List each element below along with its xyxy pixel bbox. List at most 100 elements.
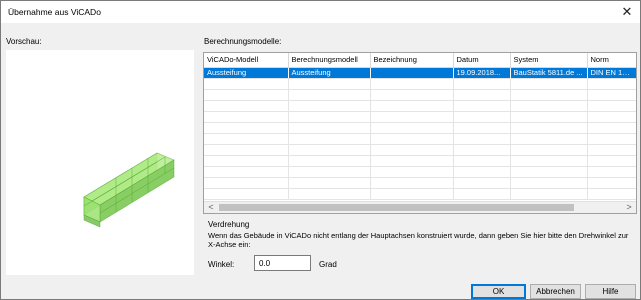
- cell-calc-model: Aussteifung: [288, 67, 371, 79]
- table-cell-empty: [370, 166, 454, 178]
- table-cell-empty: [510, 144, 588, 156]
- table-cell-empty: [204, 89, 289, 101]
- table-cell-empty: [510, 89, 588, 101]
- table-row-empty: [204, 111, 636, 123]
- scrollbar-thumb[interactable]: [219, 204, 574, 211]
- column-header-system[interactable]: System: [510, 53, 588, 68]
- table-cell-empty: [587, 78, 636, 90]
- table-cell-empty: [453, 89, 511, 101]
- table-cell-empty: [370, 111, 454, 123]
- table-cell-empty: [204, 144, 289, 156]
- table-row-empty: [204, 78, 636, 90]
- table-cell-empty: [587, 89, 636, 101]
- table-cell-empty: [288, 155, 371, 167]
- table-cell-empty: [510, 133, 588, 145]
- table-cell-empty: [453, 133, 511, 145]
- table-cell-empty: [288, 78, 371, 90]
- table-cell-empty: [453, 111, 511, 123]
- table-cell-empty: [510, 155, 588, 167]
- table-cell-empty: [453, 122, 511, 134]
- cell-date: 19.09.2018...: [453, 67, 511, 79]
- table-cell-empty: [587, 177, 636, 189]
- table-cell-empty: [204, 155, 289, 167]
- chevron-left-icon[interactable]: <: [204, 202, 218, 213]
- table-cell-empty: [453, 177, 511, 189]
- table-row-empty: [204, 100, 636, 112]
- table-cell-empty: [204, 111, 289, 123]
- table-cell-empty: [587, 155, 636, 167]
- table-cell-empty: [453, 188, 511, 200]
- rotation-section-title: Verdrehung: [208, 220, 250, 229]
- rotation-description: Wenn das Gebäude in ViCADo nicht entlang…: [208, 231, 629, 249]
- models-table: ViCADo-Modell Berechnungsmodell Bezeichn…: [203, 52, 637, 214]
- table-cell-empty: [453, 144, 511, 156]
- close-icon[interactable]: ✕: [614, 1, 640, 23]
- table-cell-empty: [587, 100, 636, 112]
- table-cell-empty: [288, 188, 371, 200]
- column-header-calc-model[interactable]: Berechnungsmodell: [288, 53, 371, 68]
- table-cell-empty: [510, 78, 588, 90]
- table-cell-empty: [204, 100, 289, 112]
- cell-system: BauStatik 5811.de ...: [510, 67, 588, 79]
- title-bar: Übernahme aus ViCADo ✕: [1, 1, 640, 23]
- table-cell-empty: [510, 166, 588, 178]
- chevron-right-icon[interactable]: >: [622, 202, 636, 213]
- table-cell-empty: [453, 155, 511, 167]
- table-cell-empty: [587, 166, 636, 178]
- dialog-window: Übernahme aus ViCADo ✕ Vorschau: Berechn…: [0, 0, 641, 300]
- table-row-empty: [204, 177, 636, 189]
- table-cell-empty: [204, 78, 289, 90]
- table-cell-empty: [288, 133, 371, 145]
- table-cell-empty: [204, 122, 289, 134]
- table-row-empty: [204, 144, 636, 156]
- preview-pane: [6, 50, 194, 275]
- table-row-empty: [204, 122, 636, 134]
- window-title: Übernahme aus ViCADo: [8, 7, 101, 17]
- table-cell-empty: [587, 133, 636, 145]
- table-cell-empty: [587, 111, 636, 123]
- table-cell-empty: [510, 177, 588, 189]
- table-header-row: ViCADo-Modell Berechnungsmodell Bezeichn…: [204, 53, 636, 68]
- help-button[interactable]: Hilfe: [585, 284, 636, 299]
- column-header-vicado-model[interactable]: ViCADo-Modell: [204, 53, 289, 68]
- table-cell-empty: [370, 177, 454, 189]
- table-row-empty: [204, 166, 636, 178]
- table-cell-empty: [204, 166, 289, 178]
- table-cell-empty: [370, 133, 454, 145]
- table-row-empty: [204, 133, 636, 145]
- table-cell-empty: [204, 133, 289, 145]
- table-cell-empty: [587, 144, 636, 156]
- models-label: Berechnungsmodelle:: [204, 37, 282, 46]
- table-cell-empty: [587, 122, 636, 134]
- table-row-empty: [204, 89, 636, 101]
- column-header-designation[interactable]: Bezeichnung: [370, 53, 454, 68]
- table-row-empty: [204, 155, 636, 167]
- table-row-empty: [204, 188, 636, 200]
- table-cell-empty: [453, 100, 511, 112]
- table-cell-empty: [453, 78, 511, 90]
- table-cell-empty: [370, 122, 454, 134]
- horizontal-scrollbar[interactable]: < >: [204, 201, 636, 213]
- table-cell-empty: [204, 188, 289, 200]
- angle-input[interactable]: [254, 255, 311, 271]
- table-cell-empty: [453, 166, 511, 178]
- table-cell-empty: [288, 100, 371, 112]
- cell-designation: [370, 67, 454, 79]
- building-preview-image: [83, 152, 175, 228]
- table-cell-empty: [370, 100, 454, 112]
- table-cell-empty: [288, 89, 371, 101]
- table-cell-empty: [288, 166, 371, 178]
- table-cell-empty: [510, 188, 588, 200]
- ok-button[interactable]: OK: [471, 284, 526, 299]
- table-cell-empty: [370, 188, 454, 200]
- column-header-date[interactable]: Datum: [453, 53, 511, 68]
- table-cell-empty: [587, 188, 636, 200]
- table-cell-empty: [510, 111, 588, 123]
- angle-unit-label: Grad: [319, 260, 337, 269]
- cancel-button[interactable]: Abbrechen: [530, 284, 581, 299]
- column-header-standard[interactable]: Norm: [587, 53, 636, 68]
- cell-standard: DIN EN 199x Eu: [587, 67, 636, 79]
- table-row[interactable]: Aussteifung Aussteifung 19.09.2018... Ba…: [204, 67, 636, 79]
- cell-vicado-model: Aussteifung: [204, 67, 289, 79]
- table-cell-empty: [204, 177, 289, 189]
